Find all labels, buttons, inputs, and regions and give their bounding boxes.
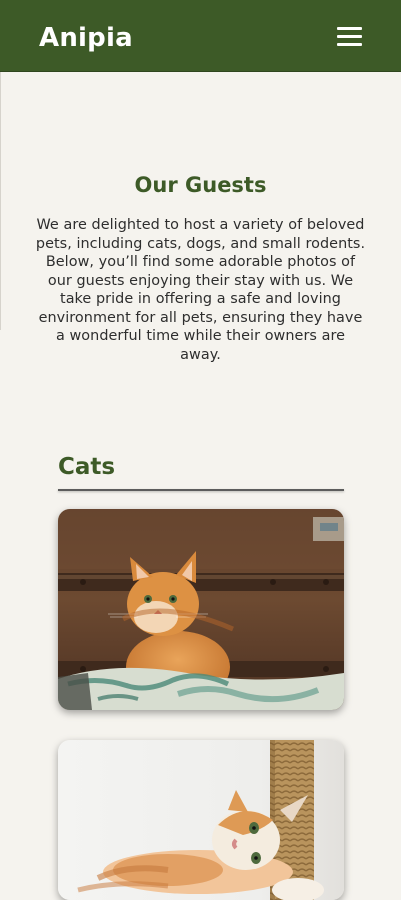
- menu-line: [337, 43, 362, 46]
- menu-line: [337, 35, 362, 38]
- intro-text: We are delighted to host a variety of be…: [35, 217, 366, 363]
- cat-sitting-image: [58, 509, 344, 710]
- site-header: Anipia: [0, 0, 401, 72]
- section-divider: [58, 489, 344, 491]
- section-title: Cats: [58, 454, 116, 480]
- menu-line: [337, 27, 362, 30]
- page-title: Our Guests: [134, 173, 267, 197]
- side-divider: [0, 72, 1, 330]
- guests-intro: Our Guests We are delighted to host a va…: [35, 168, 366, 364]
- cat-photo-1[interactable]: [58, 509, 344, 710]
- site-logo[interactable]: Anipia: [39, 20, 133, 56]
- cat-photo-2[interactable]: [58, 740, 344, 900]
- hamburger-menu-icon[interactable]: [336, 24, 364, 48]
- kitten-lying-image: [58, 740, 344, 900]
- cats-section: Cats: [58, 450, 344, 491]
